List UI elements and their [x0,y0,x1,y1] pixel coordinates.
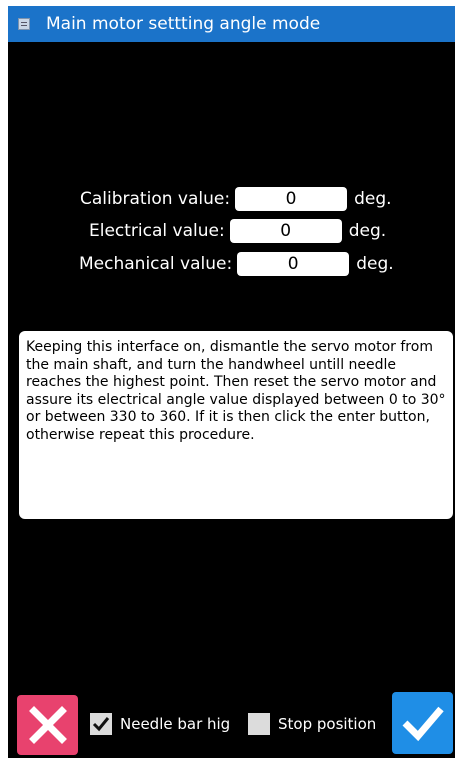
calibration-value-row: Calibration value: 0 deg. [80,186,392,212]
title-bar: Main motor settting angle mode [8,6,455,42]
window-menu-icon[interactable] [18,18,30,30]
calibration-value-field[interactable]: 0 [235,187,348,211]
needle-bar-high-label: Needle bar hig [120,715,231,733]
mechanical-value-label: Mechanical value: [79,254,233,274]
calibration-unit: deg. [354,189,392,209]
calibration-value-label: Calibration value: [80,189,231,209]
electrical-value-label: Electrical value: [89,221,225,241]
checkmark-icon [402,706,444,742]
mechanical-value-field[interactable]: 0 [237,252,350,276]
needle-bar-high-option[interactable]: Needle bar hig [90,712,230,736]
needle-bar-high-checkbox[interactable] [90,713,112,735]
dialog-window: Main motor settting angle mode Calibrati… [8,6,455,758]
stop-position-option[interactable]: Stop position [248,712,376,736]
instructions-box: Keeping this interface on, dismantle the… [19,331,453,519]
window-title: Main motor settting angle mode [46,14,321,34]
cancel-button[interactable] [17,695,78,755]
check-icon [92,717,110,732]
stop-position-checkbox[interactable] [248,713,270,735]
stop-position-label: Stop position [278,715,377,733]
mechanical-value-row: Mechanical value: 0 deg. [79,251,394,277]
electrical-unit: deg. [348,221,387,241]
electrical-value-field[interactable]: 0 [229,219,342,243]
mechanical-unit: deg. [356,254,394,274]
confirm-button[interactable] [392,692,453,754]
electrical-value-row: Electrical value: 0 deg. [89,218,386,244]
close-icon [28,706,67,744]
